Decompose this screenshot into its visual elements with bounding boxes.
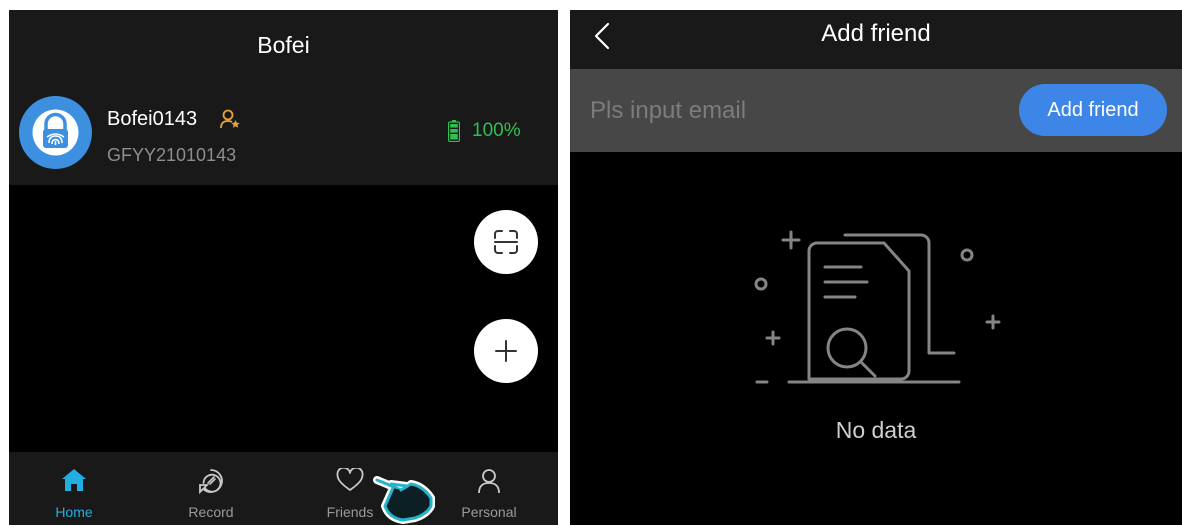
battery-level: 100%	[472, 120, 521, 141]
tab-personal[interactable]: Personal	[434, 452, 544, 525]
person-icon	[478, 469, 500, 494]
add-friend-form: Add friend	[570, 69, 1182, 152]
battery-icon	[448, 120, 460, 142]
tab-record[interactable]: Record	[156, 452, 266, 525]
empty-state-text: No data	[835, 417, 917, 443]
tab-label: Personal	[461, 504, 517, 520]
device-card[interactable]: Bofei0143 GFYY21010143 100%	[9, 84, 558, 185]
device-name: Bofei0143	[107, 108, 198, 130]
plus-icon	[495, 340, 517, 362]
scan-button[interactable]	[474, 210, 538, 274]
email-input[interactable]	[590, 91, 1010, 131]
fingerprint-lock-icon	[19, 96, 92, 169]
add-friend-screen: Add friend Add friend No data	[570, 10, 1182, 525]
tab-label: Home	[55, 504, 93, 520]
home-screen: Bofei Bofei0143 GFYY21010143 100% Home R…	[9, 10, 558, 525]
add-friend-header: Add friend	[570, 10, 1182, 69]
home-header: Bofei	[9, 10, 558, 84]
home-icon	[62, 469, 86, 491]
scan-icon	[494, 230, 518, 254]
admin-user-icon	[220, 109, 240, 129]
empty-documents-icon	[754, 230, 1001, 384]
heart-icon	[336, 468, 364, 491]
tab-label: Record	[188, 504, 234, 520]
add-friend-button[interactable]: Add friend	[1019, 84, 1167, 136]
bottom-tab-bar: Home Record Friends Personal	[9, 452, 558, 525]
page-title: Bofei	[257, 32, 310, 58]
add-device-button[interactable]	[474, 319, 538, 383]
page-title: Add friend	[821, 20, 931, 47]
tab-home[interactable]: Home	[19, 452, 129, 525]
record-icon	[199, 469, 223, 494]
pointing-hand-icon	[373, 476, 435, 524]
device-id: GFYY21010143	[107, 145, 237, 165]
